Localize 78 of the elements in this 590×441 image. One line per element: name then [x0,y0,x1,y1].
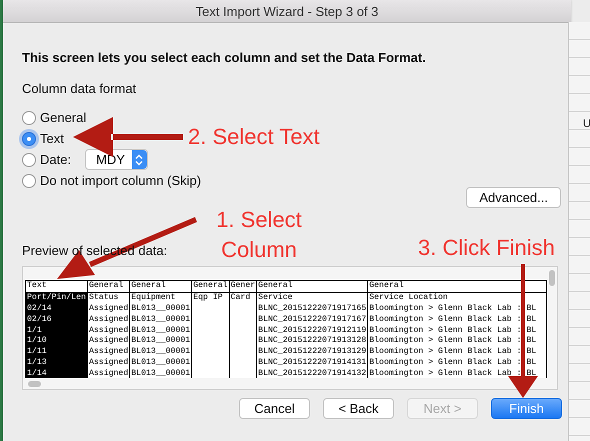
stepper-icon [132,150,147,169]
table-cell: BLNC_20151222071917167 [258,314,366,324]
table-cell: Bloomington > Glenn Black Lab : BL [369,304,536,313]
column-format-header[interactable]: Text [26,281,87,293]
table-cell: BL013__00001 [131,369,190,378]
dialog-button[interactable]: < Back [323,398,394,419]
table-cell: 1/13 [27,358,47,368]
column-format-header[interactable]: General [368,281,546,293]
table-cell: BLNC_20151222071913129 [258,347,366,356]
horizontal-scrollbar[interactable] [28,381,41,387]
table-cell: Assigned [88,358,128,368]
radio-button[interactable] [22,174,36,188]
preview-column[interactable]: General Equipment BL013__00001 BL013__00001 BL013__00001 BL013__00001 BL013__00001 BL013__00001 BL013__00001 [130,281,192,378]
table-cell: BLNC_20151222071917165 [258,304,366,313]
column-format-header[interactable]: Gener [230,281,256,293]
table-cell: Assigned [88,336,128,346]
table-cell: 1/14 [27,369,47,378]
table-cell: BL013__00001 [131,336,190,346]
table-cell: Assigned [88,347,128,356]
table-cell: BL013__00001 [131,326,190,335]
table-cell: 02/14 [27,304,52,313]
table-cell: BLNC_20151222071912119 [258,326,366,335]
preview-column[interactable] [368,281,547,378]
table-cell: Bloomington > Glenn Black Lab : BL [369,336,536,346]
column-format-header[interactable]: General [257,281,368,293]
table-cell: BL013__00001 [131,314,190,324]
table-cell: Bloomington > Glenn Black Lab : BL [369,358,536,368]
table-cell: 1/11 [27,347,47,356]
table-cell: Assigned [88,304,128,313]
preview-column[interactable]: Text Port/Pin/Len 02/14 02/16 1/1 1/10 1/11 1/13 1/14 [26,281,88,378]
table-cell: BL013__00001 [131,304,190,313]
table-cell: BLNC_20151222071913128 [258,336,366,346]
radio-label[interactable]: Date: [40,152,72,167]
table-cell: 1/10 [27,336,47,346]
date-format-dropdown[interactable]: MDY [85,149,148,170]
table-cell: BL013__00001 [131,358,190,368]
window-title: Text Import Wizard - Step 3 of 3 [196,4,378,18]
column-format-header[interactable]: General [88,281,130,293]
radio-button[interactable] [22,152,36,166]
table-cell: Status [88,292,118,302]
table-cell: Bloomington > Glenn Black Lab : BL [369,326,536,335]
vertical-scrollbar[interactable] [549,270,555,286]
radio-label[interactable]: General [40,110,86,125]
radio-button[interactable] [22,132,36,146]
table-cell: Assigned [88,326,128,335]
preview-column[interactable]: General Service BLNC_20151222071917165 BLNC_20151222071917167 BLNC_20151222071912119 BLNC_20151222071913128 BLNC_20151222071913129 BLNC_20151222071914131 BLNC_20151222071914132 [257,281,368,378]
table-cell: Eqp IP [193,292,223,302]
table-cell: Bloomington > Glenn Black Lab : BL [369,347,536,356]
ribbon-label: U [583,118,590,130]
table-cell: Service [258,292,293,302]
group-label: Column data format [22,81,138,96]
advanced-button[interactable]: Advanced... [466,187,561,208]
annotation-text: 2. Select Text [188,125,320,149]
table-cell: BLNC_20151222071914131 [258,358,366,368]
preview-column[interactable]: Gener Card [230,281,258,378]
table-cell: Bloomington > Glenn Black Lab : BL [369,369,536,378]
radio-label[interactable]: Do not import column (Skip) [40,173,202,188]
annotation-text: 1. Select Column [215,206,303,264]
preview-column[interactable]: General Status Assigned Assigned Assigned Assigned Assigned Assigned Assigned [88,281,130,378]
table-cell: BL013__00001 [131,347,190,356]
column-format-header[interactable]: General [192,281,229,293]
dialog-button[interactable]: Cancel [239,398,310,419]
table-cell: Card [230,292,250,302]
column-format-header[interactable]: General [130,281,192,293]
instruction-text: This screen lets you select each column and set the Data Format. [22,50,427,65]
table-cell: BLNC_20151222071914132 [258,369,366,378]
radio-button[interactable] [22,110,36,124]
table-cell: Port/Pin/Len [27,292,86,302]
table-cell: 02/16 [27,314,52,324]
table-cell: Assigned [88,314,128,324]
radio-label[interactable]: Text [40,131,64,146]
annotation-text: 3. Click Finish [418,236,555,260]
table-cell: Assigned [88,369,128,378]
table-cell: 1/1 [27,326,42,335]
table-cell: Bloomington > Glenn Black Lab : BL [369,314,536,324]
table-cell: Equipment [131,292,176,302]
table-cell: Service Location [369,292,448,302]
preview-column[interactable]: General Eqp IP [192,281,230,378]
